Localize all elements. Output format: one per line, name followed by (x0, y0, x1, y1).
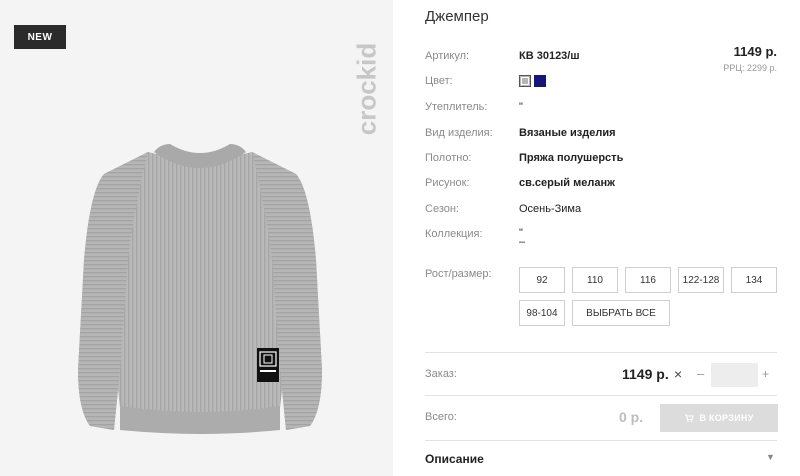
cart-icon (685, 414, 695, 423)
fabric-label: Полотно: (425, 152, 472, 164)
color-swatch-grey[interactable] (519, 75, 531, 87)
size-option-98-104[interactable]: 98-104 (519, 300, 565, 326)
product-price: 1149 р. (733, 44, 777, 59)
season-value: Осень-Зима (519, 203, 582, 215)
article-label: Артикул: (425, 50, 470, 62)
brand-logo-text: crockid (351, 42, 382, 136)
sweater-image (78, 144, 322, 434)
product-title: Джемпер (425, 8, 489, 25)
insulation-label: Утеплитель: (425, 101, 488, 113)
collection-value-2: – (519, 236, 526, 248)
size-option-92[interactable]: 92 (519, 267, 565, 293)
add-to-cart-label: В КОРЗИНУ (699, 413, 754, 423)
rrp-price: РРЦ: 2299 р. (723, 63, 777, 73)
total-value: 0 р. (619, 409, 644, 425)
collection-label: Коллекция: (425, 228, 483, 240)
size-option-110[interactable]: 110 (572, 267, 618, 293)
size-option-116[interactable]: 116 (625, 267, 671, 293)
article-value: КВ 30123/ш (519, 50, 580, 62)
product-type-value: Вязаные изделия (519, 127, 616, 139)
chevron-down-icon[interactable]: ▼ (766, 452, 775, 462)
pattern-label: Рисунок: (425, 177, 470, 189)
color-label: Цвет: (425, 75, 453, 87)
brand-logo: crockid (352, 22, 382, 157)
product-image-panel[interactable]: NEW crockid (0, 0, 393, 476)
pattern-value: св.серый меланж (519, 177, 615, 189)
product-page: NEW crockid Джемпер 1149 р. РРЦ: 2299 р.… (0, 0, 800, 476)
description-title[interactable]: Описание (425, 452, 484, 466)
quantity-plus-button[interactable]: + (762, 367, 769, 381)
order-label: Заказ: (425, 368, 457, 380)
size-option-122-128[interactable]: 122-128 (678, 267, 724, 293)
divider (425, 352, 777, 353)
order-price: 1149 р. (622, 366, 669, 382)
select-all-sizes-button[interactable]: ВЫБРАТЬ ВСЕ (572, 300, 670, 326)
fabric-value: Пряжа полушерсть (519, 152, 624, 164)
season-label: Сезон: (425, 203, 459, 215)
color-swatch-navy[interactable] (534, 75, 546, 87)
divider (425, 395, 777, 396)
times-icon: × (674, 366, 683, 382)
insulation-value: " (519, 101, 523, 113)
size-label: Рост/размер: (425, 268, 492, 280)
new-badge: NEW (14, 25, 66, 49)
divider (425, 440, 777, 441)
size-option-134[interactable]: 134 (731, 267, 777, 293)
product-type-label: Вид изделия: (425, 127, 493, 139)
quantity-minus-button[interactable]: – (697, 366, 704, 381)
add-to-cart-button[interactable]: В КОРЗИНУ (660, 404, 778, 432)
quantity-input[interactable] (711, 363, 758, 387)
total-label: Всего: (425, 411, 457, 423)
